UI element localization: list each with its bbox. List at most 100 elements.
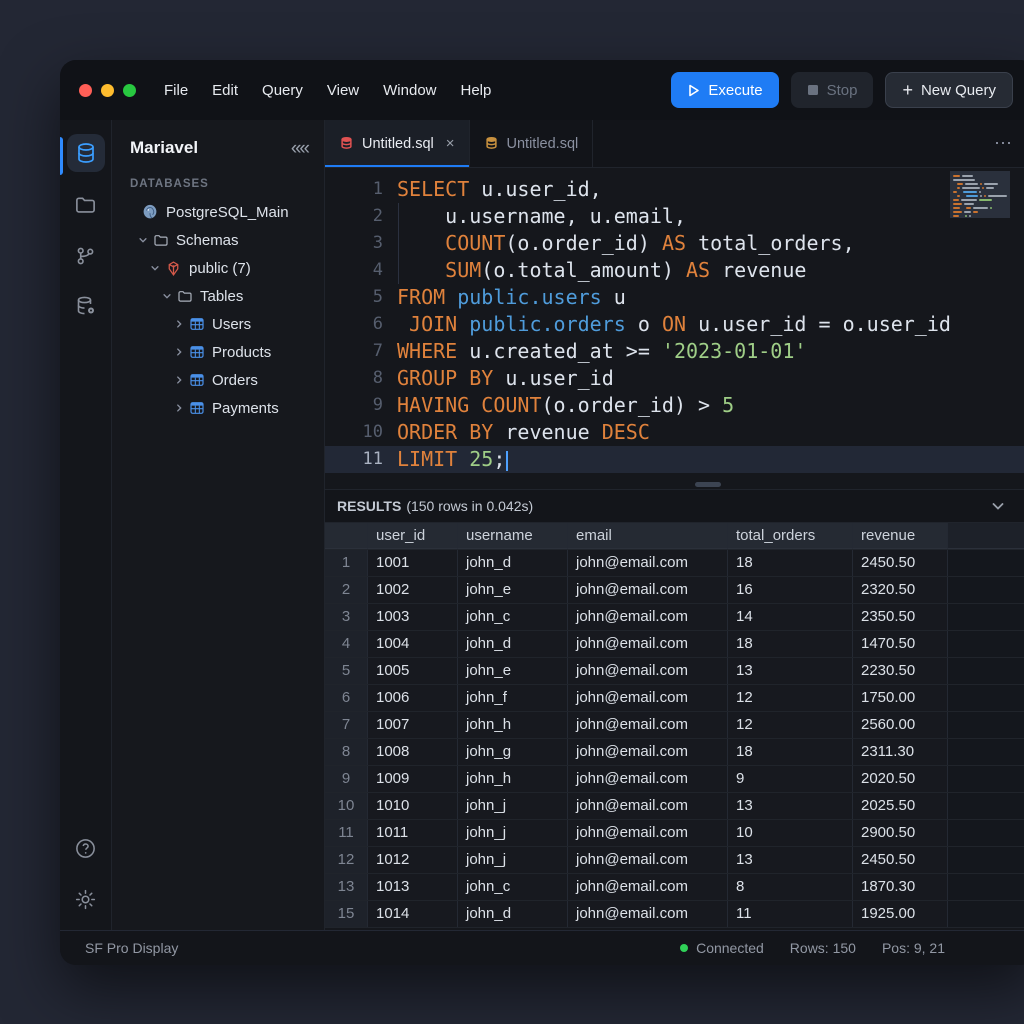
table-row[interactable]: 71007john_hjohn@email.com122560.00	[325, 712, 1024, 739]
minimize-window-button[interactable]	[101, 84, 114, 97]
column-header-total_orders[interactable]: total_orders	[728, 523, 853, 549]
tree-item-postgresql-main[interactable]: PostgreSQL_Main	[112, 198, 324, 226]
empty-cell	[948, 712, 1024, 738]
data-cell: 8	[728, 874, 853, 900]
row-number-cell: 9	[325, 766, 368, 792]
menu-item-help[interactable]: Help	[461, 82, 492, 99]
rail-databases-button[interactable]	[67, 134, 105, 172]
data-cell: 13	[728, 658, 853, 684]
rail-branches-button[interactable]	[67, 236, 105, 274]
close-tab-icon[interactable]: ×	[446, 135, 455, 152]
table-row[interactable]: 131013john_cjohn@email.com81870.30	[325, 874, 1024, 901]
minimap-line	[953, 183, 1007, 185]
divider-drag-handle[interactable]	[695, 482, 721, 487]
tree-item-label: Orders	[212, 372, 258, 389]
empty-cell	[948, 901, 1024, 927]
chevron-right-icon[interactable]	[172, 403, 186, 413]
row-number-cell: 8	[325, 739, 368, 765]
collapse-sidebar-icon[interactable]: ««	[291, 139, 308, 158]
connection-label: Connected	[696, 940, 764, 956]
table-row[interactable]: 101010john_jjohn@email.com132025.50	[325, 793, 1024, 820]
tree-item-public-7-[interactable]: public (7)	[112, 254, 324, 282]
data-cell: 1007	[368, 712, 458, 738]
code-line-1: 1SELECT u.user_id,	[325, 176, 1024, 203]
tree-item-orders[interactable]: Orders	[112, 366, 324, 394]
help-button[interactable]	[67, 829, 105, 867]
chevron-down-icon[interactable]	[136, 235, 150, 245]
execute-button[interactable]: Execute	[671, 72, 778, 108]
tree-item-label: public (7)	[189, 260, 251, 277]
tree-item-tables[interactable]: Tables	[112, 282, 324, 310]
chevron-down-icon[interactable]	[148, 263, 162, 273]
menu-item-file[interactable]: File	[164, 82, 188, 99]
zoom-window-button[interactable]	[123, 84, 136, 97]
data-cell: john_e	[458, 658, 568, 684]
menu-item-window[interactable]: Window	[383, 82, 436, 99]
tree-item-users[interactable]: Users	[112, 310, 324, 338]
table-row[interactable]: 21002john_ejohn@email.com162320.50	[325, 577, 1024, 604]
tab-overflow-icon[interactable]: ⋯	[994, 133, 1024, 154]
line-number: 10	[325, 419, 383, 446]
menu-item-view[interactable]: View	[327, 82, 359, 99]
table-row[interactable]: 81008john_gjohn@email.com182311.30	[325, 739, 1024, 766]
chevron-right-icon[interactable]	[172, 347, 186, 357]
settings-button[interactable]	[67, 880, 105, 918]
code-line-text: JOIN public.orders o ON u.user_id = o.us…	[397, 311, 951, 338]
chevron-right-icon[interactable]	[172, 375, 186, 385]
chevron-right-icon[interactable]	[172, 319, 186, 329]
results-grid: user_idusernameemailtotal_ordersrevenue1…	[325, 523, 1024, 930]
table-row[interactable]: 91009john_hjohn@email.com92020.50	[325, 766, 1024, 793]
table-row[interactable]: 51005john_ejohn@email.com132230.50	[325, 658, 1024, 685]
table-row[interactable]: 151014john_djohn@email.com111925.00	[325, 901, 1024, 928]
column-header-email[interactable]: email	[568, 523, 728, 549]
editor-minimap[interactable]	[950, 171, 1010, 218]
column-header-user_id[interactable]: user_id	[368, 523, 458, 549]
status-right-group: Connected Rows: 150 Pos: 9, 21	[680, 940, 945, 956]
menu-item-query[interactable]: Query	[262, 82, 303, 99]
tab-2[interactable]: Untitled.sql	[470, 120, 594, 167]
chevron-down-icon[interactable]	[160, 291, 174, 301]
rail-db-settings-button[interactable]	[67, 287, 105, 325]
status-left-label: SF Pro Display	[85, 940, 178, 956]
table-row[interactable]: 31003john_cjohn@email.com142350.50	[325, 604, 1024, 631]
collapse-results-icon[interactable]	[990, 498, 1006, 514]
data-cell: john@email.com	[568, 820, 728, 846]
data-cell: john@email.com	[568, 874, 728, 900]
table-row[interactable]: 61006john_fjohn@email.com121750.00	[325, 685, 1024, 712]
tree-item-products[interactable]: Products	[112, 338, 324, 366]
sql-editor[interactable]: 1SELECT u.user_id,2 u.username, u.email,…	[325, 168, 1024, 480]
data-cell: john_g	[458, 739, 568, 765]
table-row[interactable]: 11001john_djohn@email.com182450.50	[325, 550, 1024, 577]
git-branch-icon	[74, 244, 97, 267]
data-cell: john_d	[458, 631, 568, 657]
data-cell: 1006	[368, 685, 458, 711]
help-icon	[74, 837, 97, 860]
minimap-line	[953, 175, 1007, 177]
line-number: 3	[325, 230, 383, 257]
data-cell: 1010	[368, 793, 458, 819]
data-cell: 1004	[368, 631, 458, 657]
new-query-button[interactable]: + New Query	[885, 72, 1013, 108]
column-header-revenue[interactable]: revenue	[853, 523, 948, 549]
databases-section-label: DATABASES	[112, 158, 324, 198]
stop-button[interactable]: Stop	[791, 72, 874, 108]
sidebar-title: Mariavel	[130, 138, 198, 158]
data-cell: 2900.50	[853, 820, 948, 846]
tree-item-schemas[interactable]: Schemas	[112, 226, 324, 254]
table-row[interactable]: 111011john_jjohn@email.com102900.50	[325, 820, 1024, 847]
close-window-button[interactable]	[79, 84, 92, 97]
table-row[interactable]: 121012john_jjohn@email.com132450.50	[325, 847, 1024, 874]
tab-1-active[interactable]: Untitled.sql×	[325, 120, 470, 167]
stop-icon	[807, 84, 819, 96]
data-cell: 2350.50	[853, 604, 948, 630]
table-row[interactable]: 41004john_djohn@email.com181470.50	[325, 631, 1024, 658]
data-cell: john@email.com	[568, 604, 728, 630]
rail-files-button[interactable]	[67, 185, 105, 223]
column-header-username[interactable]: username	[458, 523, 568, 549]
data-cell: john@email.com	[568, 712, 728, 738]
menu-item-edit[interactable]: Edit	[212, 82, 238, 99]
tree-item-payments[interactable]: Payments	[112, 394, 324, 422]
data-cell: 1470.50	[853, 631, 948, 657]
chevron-down-icon	[990, 498, 1006, 514]
minimap-line	[953, 179, 1007, 181]
